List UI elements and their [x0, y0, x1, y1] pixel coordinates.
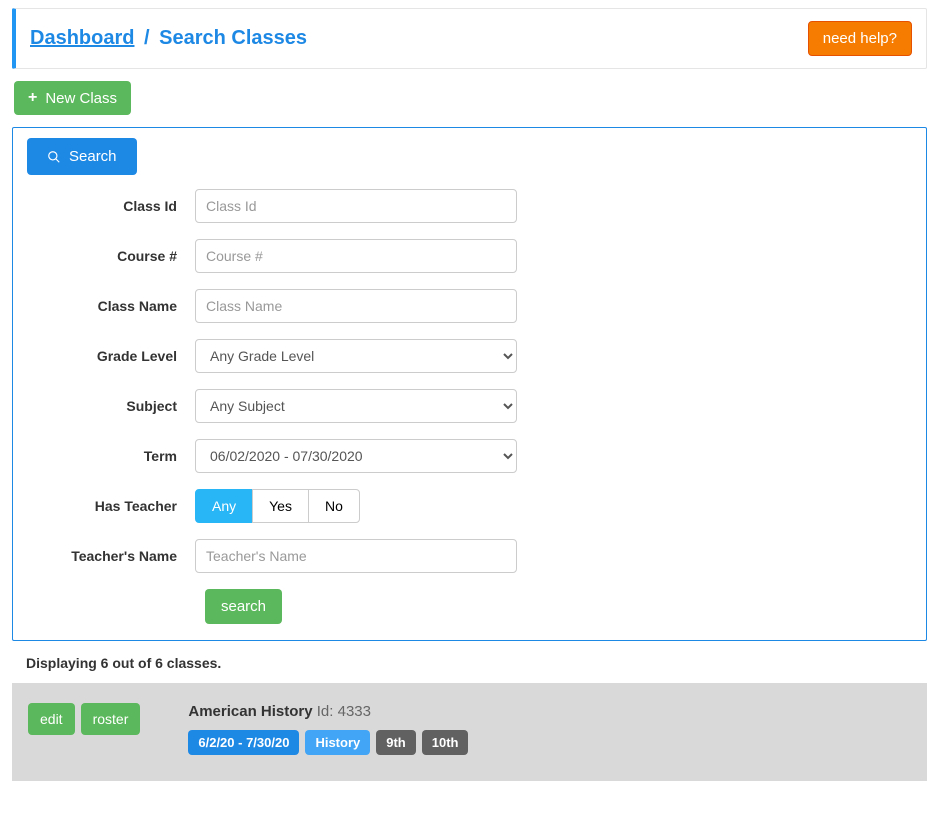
select-term[interactable]: 06/02/2020 - 07/30/2020 [195, 439, 517, 473]
label-grade-level: Grade Level [27, 348, 195, 364]
label-term: Term [27, 448, 195, 464]
row-class-id: Class Id [27, 189, 912, 223]
breadcrumb: Dashboard / Search Classes [30, 27, 307, 50]
select-grade-level[interactable]: Any Grade Level [195, 339, 517, 373]
label-course-num: Course # [27, 248, 195, 264]
label-teacher-name: Teacher's Name [27, 548, 195, 564]
select-subject[interactable]: Any Subject [195, 389, 517, 423]
row-class-name: Class Name [27, 289, 912, 323]
search-submit-button[interactable]: search [205, 589, 282, 624]
edit-button[interactable]: edit [28, 703, 75, 735]
breadcrumb-separator: / [144, 27, 150, 49]
result-id-label: Id: [317, 703, 334, 720]
row-subject: Subject Any Subject [27, 389, 912, 423]
row-term: Term 06/02/2020 - 07/30/2020 [27, 439, 912, 473]
badge-grade-10th: 10th [422, 730, 469, 755]
has-teacher-group: Any Yes No [195, 489, 360, 523]
result-title: American History Id: 4333 [188, 703, 911, 720]
label-class-name: Class Name [27, 298, 195, 314]
results-summary: Displaying 6 out of 6 classes. [26, 655, 939, 671]
input-class-id[interactable] [195, 189, 517, 223]
label-class-id: Class Id [27, 198, 195, 214]
badge-subject: History [305, 730, 370, 755]
row-grade-level: Grade Level Any Grade Level [27, 339, 912, 373]
result-body: American History Id: 4333 6/2/20 - 7/30/… [188, 703, 911, 755]
breadcrumb-dashboard-link[interactable]: Dashboard [30, 27, 134, 49]
badge-term: 6/2/20 - 7/30/20 [188, 730, 299, 755]
search-tab[interactable]: Search [27, 138, 137, 175]
need-help-button[interactable]: need help? [808, 21, 912, 56]
has-teacher-any[interactable]: Any [195, 489, 253, 523]
row-course-num: Course # [27, 239, 912, 273]
input-teacher-name[interactable] [195, 539, 517, 573]
submit-row: search [37, 589, 912, 624]
row-teacher-name: Teacher's Name [27, 539, 912, 573]
label-has-teacher: Has Teacher [27, 498, 195, 514]
new-class-label: New Class [45, 90, 117, 107]
search-panel: Search Class Id Course # Class Name Grad… [12, 127, 927, 641]
result-actions: edit roster [28, 703, 140, 735]
result-id-value: 4333 [338, 703, 371, 720]
result-badges: 6/2/20 - 7/30/20 History 9th 10th [188, 730, 911, 755]
search-icon [47, 150, 61, 164]
new-class-button[interactable]: + New Class [14, 81, 131, 115]
row-has-teacher: Has Teacher Any Yes No [27, 489, 912, 523]
badge-grade-9th: 9th [376, 730, 416, 755]
result-card: edit roster American History Id: 4333 6/… [12, 683, 927, 781]
roster-button[interactable]: roster [81, 703, 141, 735]
result-name: American History [188, 703, 312, 720]
search-tab-label: Search [69, 148, 117, 165]
breadcrumb-bar: Dashboard / Search Classes need help? [12, 8, 927, 69]
plus-icon: + [28, 89, 37, 107]
label-subject: Subject [27, 398, 195, 414]
has-teacher-yes[interactable]: Yes [252, 489, 309, 523]
has-teacher-no[interactable]: No [308, 489, 360, 523]
input-course-num[interactable] [195, 239, 517, 273]
breadcrumb-current: Search Classes [159, 27, 307, 49]
input-class-name[interactable] [195, 289, 517, 323]
